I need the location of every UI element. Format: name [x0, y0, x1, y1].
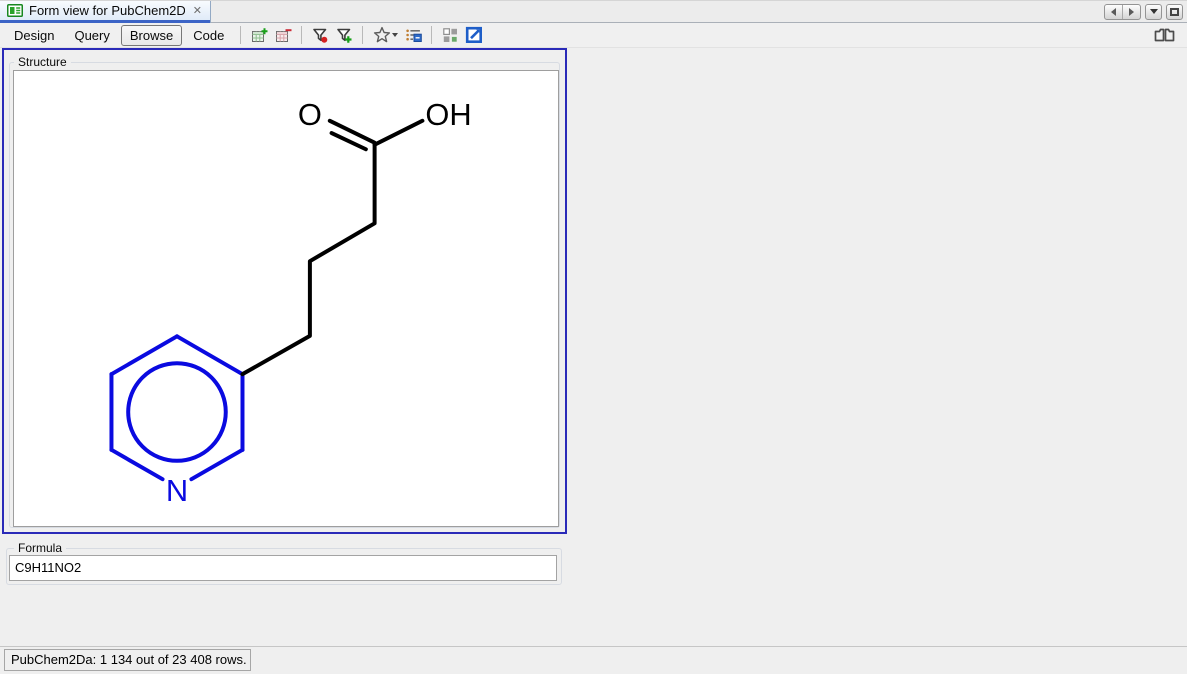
atom-label-carbonyl-o: O	[298, 97, 322, 132]
prev-tab-icon[interactable]	[1105, 5, 1122, 19]
tab-strip: Form view for PubChem2Da ✕	[0, 1, 1187, 23]
favorites-star-icon[interactable]	[370, 24, 400, 46]
structure-group-label: Structure	[14, 55, 71, 69]
atom-label-ring-n: N	[166, 473, 188, 508]
window-controls	[1104, 3, 1183, 20]
toolbar-separator	[240, 26, 241, 44]
toolbar-separator	[301, 26, 302, 44]
book-icon[interactable]	[1150, 24, 1178, 46]
tab-label: Form view for PubChem2Da	[29, 3, 185, 18]
mode-design-button[interactable]: Design	[5, 25, 63, 46]
status-bar: PubChem2Da: 1 134 out of 23 408 rows.	[0, 646, 1187, 674]
mode-browse-button[interactable]: Browse	[121, 25, 182, 46]
next-tab-icon[interactable]	[1122, 5, 1140, 19]
toolbar-separator	[362, 26, 363, 44]
add-filter-icon[interactable]	[333, 24, 355, 46]
layout-grid-icon[interactable]	[439, 24, 461, 46]
tab-scroll-buttons	[1104, 4, 1141, 20]
tab-list-dropdown-icon[interactable]	[1145, 4, 1162, 20]
filter-icon[interactable]	[309, 24, 331, 46]
toolbar-separator	[431, 26, 432, 44]
tab-form-view[interactable]: Form view for PubChem2Da ✕	[0, 1, 211, 23]
mode-query-button[interactable]: Query	[65, 25, 118, 46]
favorites-dropdown-caret-icon	[392, 33, 398, 37]
edit-structure-icon[interactable]	[463, 24, 485, 46]
application-window: Form view for PubChem2Da ✕ Design Query …	[0, 0, 1187, 674]
tab-close-icon[interactable]: ✕	[191, 4, 204, 17]
form-view-icon	[7, 3, 23, 18]
form-properties-icon[interactable]	[402, 24, 424, 46]
molecule-drawing: O OH N	[14, 71, 558, 526]
mode-code-button[interactable]: Code	[184, 25, 233, 46]
toolbar: Design Query Browse Code	[0, 23, 1187, 48]
delete-record-table-icon[interactable]	[272, 24, 294, 46]
atom-label-hydroxyl: OH	[425, 97, 471, 132]
maximize-icon[interactable]	[1166, 4, 1183, 20]
formula-field[interactable]: C9H11NO2	[9, 555, 557, 581]
structure-canvas[interactable]: O OH N	[13, 70, 559, 527]
add-record-table-icon[interactable]	[248, 24, 270, 46]
butanoic-acid-chain	[242, 121, 422, 374]
pyridine-ring	[111, 336, 242, 479]
formula-group-label: Formula	[14, 541, 66, 555]
status-row-count: PubChem2Da: 1 134 out of 23 408 rows.	[4, 649, 251, 671]
